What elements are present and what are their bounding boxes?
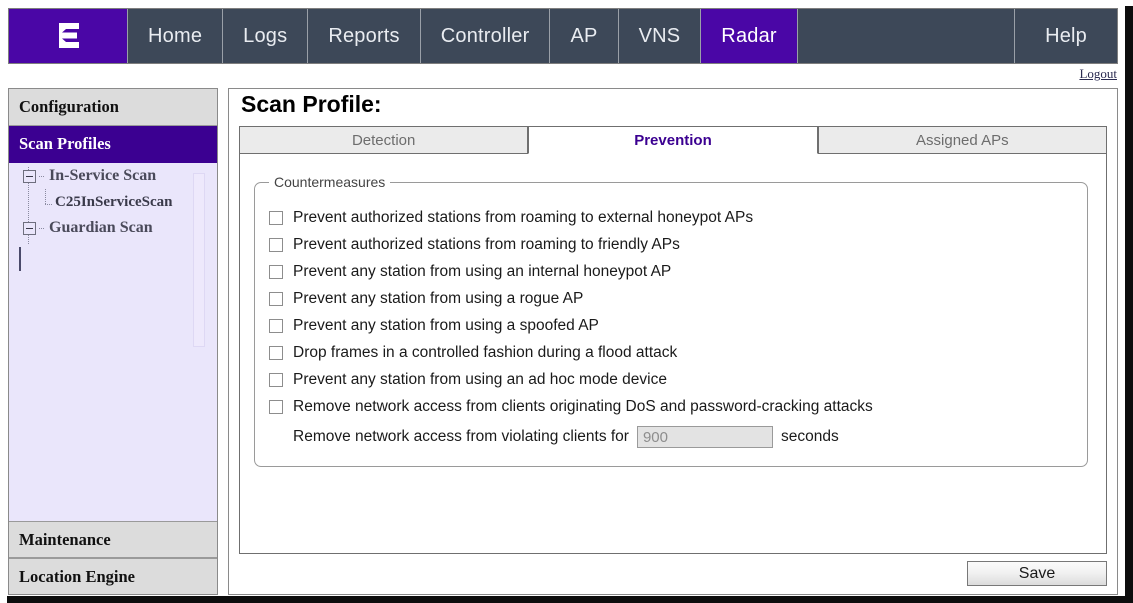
- page-title: Scan Profile:: [241, 91, 382, 117]
- countermeasures-legend: Countermeasures: [274, 174, 386, 190]
- sidebar-section-scan-profiles[interactable]: Scan Profiles: [9, 126, 217, 163]
- countermeasures-group: Countermeasures Prevent authorized stati…: [254, 174, 1088, 467]
- tree-item-label: Guardian Scan: [49, 219, 153, 236]
- checkbox-row-dos-password-cracking[interactable]: Remove network access from clients origi…: [255, 393, 1087, 420]
- window-frame-shadow-right: [1125, 6, 1133, 597]
- sidebar-section-configuration[interactable]: Configuration: [9, 89, 217, 126]
- left-sidebar: Configuration Scan Profiles In-Service S…: [8, 88, 218, 595]
- sidebar-section-maintenance[interactable]: Maintenance: [9, 521, 217, 558]
- checkbox-row-rogue-ap[interactable]: Prevent any station from using a rogue A…: [255, 285, 1087, 312]
- nav-item-vns[interactable]: VNS: [618, 9, 702, 63]
- tree-dot-connector: [39, 175, 45, 177]
- main-content-panel: Scan Profile: Detection Prevention Assig…: [228, 88, 1118, 595]
- checkbox-label: Prevent any station from using an intern…: [293, 262, 672, 280]
- checkbox-dos-password-cracking[interactable]: [269, 399, 283, 414]
- top-navigation-bar: Home Logs Reports Controller AP VNS Rada…: [8, 8, 1118, 64]
- timeout-units-label: seconds: [780, 428, 839, 445]
- checkbox-flood-attack[interactable]: [269, 345, 283, 360]
- nav-item-ap[interactable]: AP: [550, 9, 619, 63]
- checkbox-row-external-honeypot[interactable]: Prevent authorized stations from roaming…: [255, 204, 1087, 231]
- tree-text-caret: [19, 247, 21, 271]
- sidebar-scrollbar[interactable]: [193, 173, 205, 347]
- nav-item-help[interactable]: Help: [1015, 9, 1117, 63]
- tree-item-label: C25InServiceScan: [55, 193, 173, 210]
- checkbox-label: Prevent any station from using a spoofed…: [293, 316, 599, 334]
- checkbox-label: Drop frames in a controlled fashion duri…: [293, 343, 678, 361]
- checkbox-row-ad-hoc[interactable]: Prevent any station from using an ad hoc…: [255, 366, 1087, 393]
- tab-prevention[interactable]: Prevention: [528, 126, 818, 154]
- extreme-networks-e-logo-icon: [51, 19, 85, 53]
- checkbox-label: Remove network access from clients origi…: [293, 397, 873, 415]
- tree-item-guardian-scan[interactable]: Guardian Scan: [9, 215, 217, 241]
- checkbox-row-flood-attack[interactable]: Drop frames in a controlled fashion duri…: [255, 339, 1087, 366]
- checkbox-ad-hoc[interactable]: [269, 372, 283, 387]
- checkbox-spoofed-ap[interactable]: [269, 318, 283, 333]
- collapse-minus-icon[interactable]: [23, 221, 36, 235]
- checkbox-row-spoofed-ap[interactable]: Prevent any station from using a spoofed…: [255, 312, 1087, 339]
- checkbox-friendly-aps[interactable]: [269, 237, 283, 252]
- checkbox-external-honeypot[interactable]: [269, 210, 283, 225]
- logout-link[interactable]: Logout: [1079, 66, 1117, 82]
- timeout-row: Remove network access from violating cli…: [255, 422, 1087, 452]
- tab-detection[interactable]: Detection: [239, 126, 529, 154]
- nav-item-home[interactable]: Home: [128, 9, 224, 63]
- nav-item-logs[interactable]: Logs: [223, 9, 309, 63]
- sidebar-section-location-engine[interactable]: Location Engine: [9, 558, 217, 594]
- checkbox-label: Prevent any station from using a rogue A…: [293, 289, 584, 307]
- nav-item-radar[interactable]: Radar: [701, 9, 798, 63]
- nav-item-controller[interactable]: Controller: [420, 9, 551, 63]
- scan-profiles-tree: In-Service Scan C25InServiceScan Guardia…: [9, 163, 217, 521]
- nav-item-reports[interactable]: Reports: [308, 9, 421, 63]
- application-window: Home Logs Reports Controller AP VNS Rada…: [0, 0, 1133, 603]
- checkbox-label: Prevent authorized stations from roaming…: [293, 208, 754, 226]
- tab-bar: Detection Prevention Assigned APs: [239, 126, 1107, 154]
- timeout-label: Remove network access from violating cli…: [293, 428, 629, 445]
- checkbox-label: Prevent any station from using an ad hoc…: [293, 370, 667, 388]
- tree-item-in-service-scan[interactable]: In-Service Scan: [9, 163, 217, 189]
- collapse-minus-icon[interactable]: [23, 169, 36, 183]
- timeout-input[interactable]: [636, 426, 773, 448]
- sidebar-section-maintenance-wrap: Maintenance: [9, 521, 217, 558]
- checkbox-row-internal-honeypot[interactable]: Prevent any station from using an intern…: [255, 258, 1087, 285]
- tab-assigned-aps[interactable]: Assigned APs: [817, 126, 1107, 154]
- tab-panel-prevention: Countermeasures Prevent authorized stati…: [239, 154, 1107, 554]
- tree-item-c25inservicescan[interactable]: C25InServiceScan: [9, 189, 217, 215]
- tree-item-label: In-Service Scan: [49, 167, 157, 184]
- tree-dot-connector: [39, 227, 45, 229]
- window-frame-shadow-bottom: [7, 596, 1133, 603]
- checkbox-rogue-ap[interactable]: [269, 291, 283, 306]
- app-logo[interactable]: [9, 9, 128, 63]
- sidebar-section-location-engine-wrap: Location Engine: [9, 558, 217, 594]
- checkbox-internal-honeypot[interactable]: [269, 264, 283, 279]
- nav-spacer: [797, 9, 1016, 63]
- checkbox-label: Prevent authorized stations from roaming…: [293, 235, 680, 253]
- checkbox-row-friendly-aps[interactable]: Prevent authorized stations from roaming…: [255, 231, 1087, 258]
- save-button[interactable]: Save: [967, 561, 1107, 586]
